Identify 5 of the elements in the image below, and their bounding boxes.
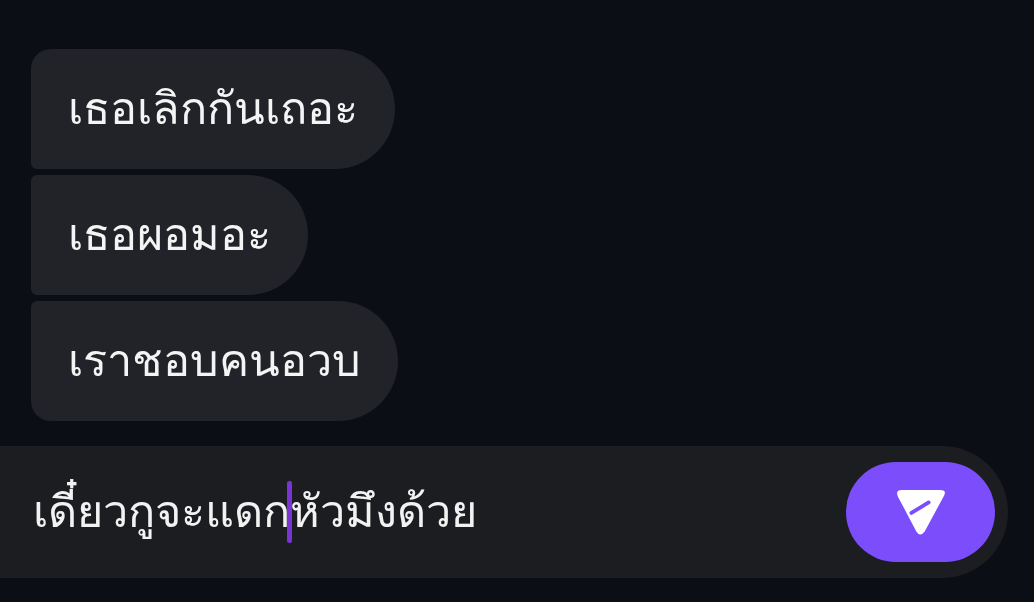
message-bubble: เราชอบคนอวบ bbox=[31, 301, 398, 421]
message-bubble: เธอผอมอะ bbox=[31, 175, 308, 295]
send-button[interactable] bbox=[846, 462, 995, 562]
message-bubble: เธอเลิกกันเถอะ bbox=[31, 49, 395, 169]
send-icon bbox=[894, 488, 947, 536]
